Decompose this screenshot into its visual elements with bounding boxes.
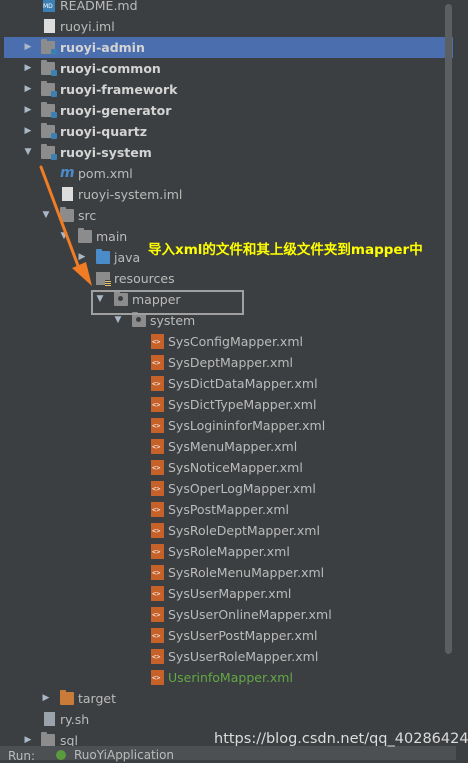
watermark-text: https://blog.csdn.net/qq_40286424 [214, 731, 468, 747]
annotation-arrow [39, 165, 92, 286]
annotation-text: 导入xml的文件和其上级文件夹到mapper中 [148, 242, 423, 258]
highlight-box [91, 290, 244, 315]
